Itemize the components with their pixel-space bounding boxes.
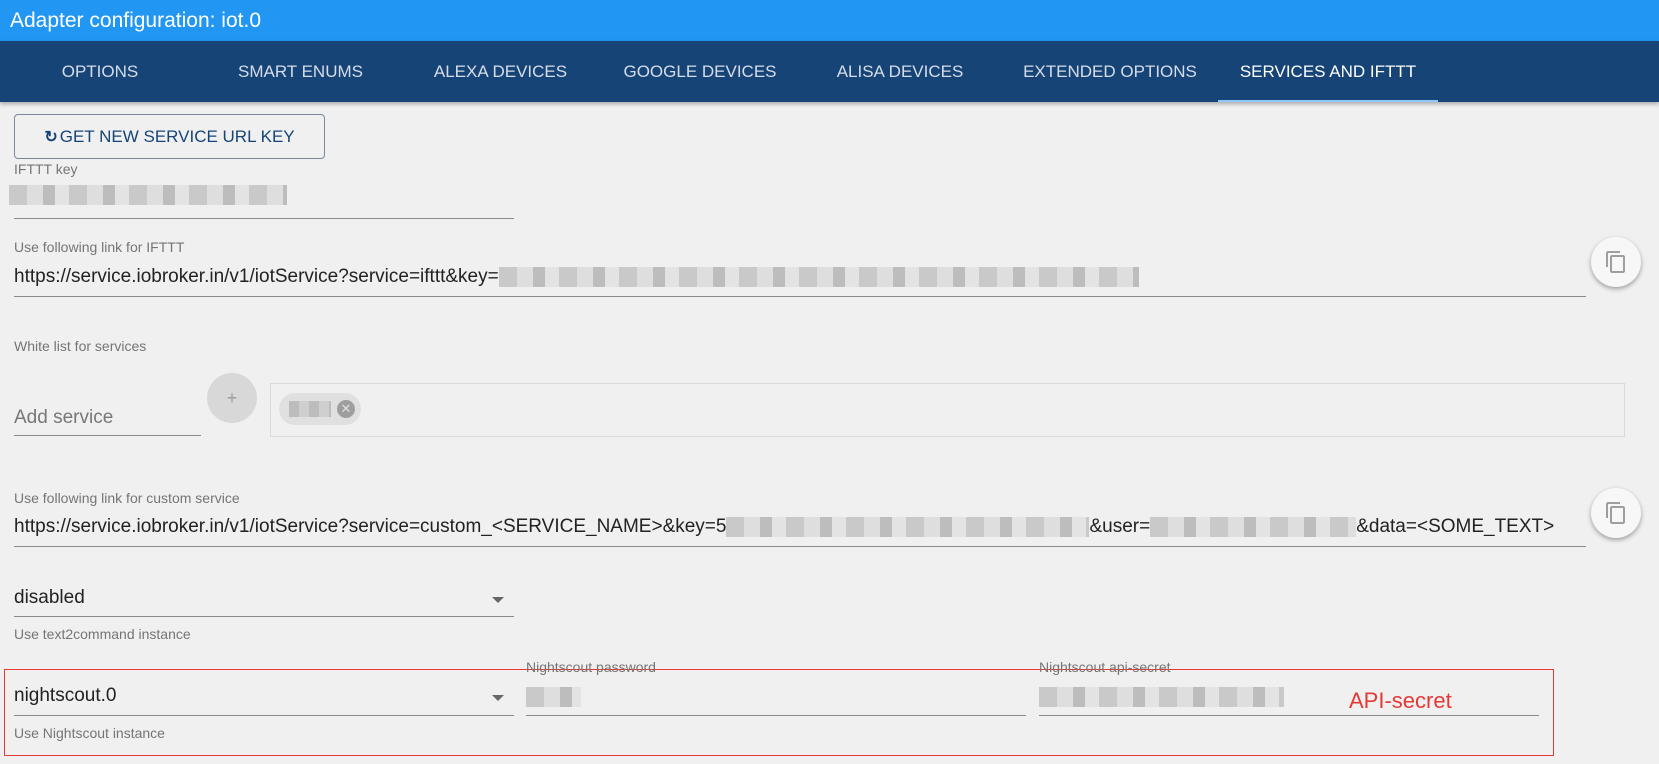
tab-alisa-devices[interactable]: ALISA DEVICES [818,41,982,102]
refresh-icon: ↻ [44,128,58,146]
tab-google-devices[interactable]: GOOGLE DEVICES [610,41,790,102]
copy-ifttt-link-button[interactable] [1591,237,1641,287]
nightscout-api-secret-label: Nightscout api-secret [1039,659,1171,675]
redacted-value [526,686,581,707]
ifttt-link-url: https://service.iobroker.in/v1/iotServic… [14,266,499,287]
ifttt-link-underline [14,296,1586,297]
custom-link-url-part2: &user= [1089,516,1151,537]
ifttt-key-field[interactable] [9,184,287,206]
ifttt-link-label: Use following link for IFTTT [14,239,185,255]
copy-icon [1606,251,1625,273]
tab-options[interactable]: OPTIONS [40,41,160,102]
custom-link-label: Use following link for custom service [14,490,240,506]
nightscout-instance-select[interactable]: nightscout.0 [14,685,116,707]
tab-extended-options[interactable]: EXTENDED OPTIONS [1010,41,1210,102]
nightscout-password-underline [526,715,1026,716]
get-new-service-url-key-label: GET NEW SERVICE URL KEY [59,126,295,146]
get-new-service-url-key-button[interactable]: ↻ GET NEW SERVICE URL KEY [14,114,325,159]
custom-link-underline [14,546,1586,547]
ifttt-key-underline [14,218,514,219]
redacted-value [1039,686,1284,707]
redacted-value [9,184,287,205]
nightscout-api-secret-field[interactable] [1039,686,1284,708]
white-list-chips: ✕ [270,383,1625,437]
custom-link-url-part1: https://service.iobroker.in/v1/iotServic… [14,516,727,537]
nightscout-password-label: Nightscout password [526,659,656,675]
nightscout-instance-helper: Use Nightscout instance [14,725,165,741]
nightscout-api-secret-underline [1039,715,1539,716]
custom-link-field[interactable]: https://service.iobroker.in/v1/iotServic… [14,516,1586,538]
copy-icon [1606,502,1625,524]
cancel-icon[interactable]: ✕ [337,400,355,418]
tab-smart-enums[interactable]: SMART ENUMS [218,41,383,102]
copy-custom-link-button[interactable] [1591,488,1641,538]
api-secret-annotation: API-secret [1349,688,1452,713]
annotation-highlight-box [4,669,1554,756]
redacted-value [726,516,1090,537]
text2command-underline [14,616,514,617]
redacted-value [1150,516,1357,537]
text2command-helper: Use text2command instance [14,626,191,642]
service-chip[interactable]: ✕ [279,393,361,425]
tab-services-and-ifttt[interactable]: SERVICES AND IFTTT [1218,41,1438,102]
ifttt-link-field[interactable]: https://service.iobroker.in/v1/iotServic… [14,266,1584,288]
redacted-value [289,401,331,417]
ifttt-key-label: IFTTT key [14,161,78,177]
redacted-value [498,266,1139,287]
tab-alexa-devices[interactable]: ALEXA DEVICES [418,41,583,102]
chevron-down-icon[interactable] [492,695,504,701]
add-service-underline [14,435,201,436]
text2command-select[interactable]: disabled [14,587,85,609]
white-list-label: White list for services [14,338,147,354]
nightscout-instance-underline [14,715,514,716]
chevron-down-icon[interactable] [492,597,504,603]
nightscout-password-field[interactable] [526,686,581,708]
add-service-button[interactable]: + [207,373,257,423]
add-service-input[interactable]: Add service [14,407,113,429]
window-title: Adapter configuration: iot.0 [0,0,1659,41]
tab-bar: OPTIONS SMART ENUMS ALEXA DEVICES GOOGLE… [0,41,1659,102]
custom-link-url-part3: &data=<SOME_TEXT> [1356,516,1555,537]
